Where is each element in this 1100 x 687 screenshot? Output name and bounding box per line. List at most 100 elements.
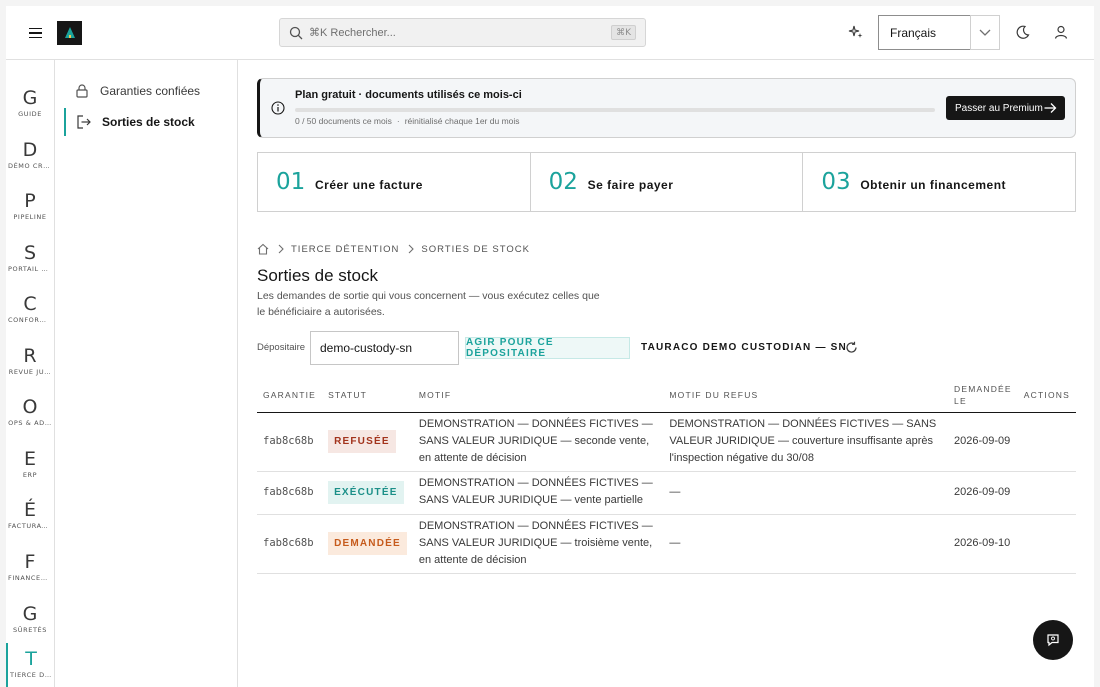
page-title: Sorties de stock: [257, 266, 378, 285]
status-badge: EXÉCUTÉE: [328, 480, 404, 504]
chevron-right-icon: [278, 244, 284, 254]
rail-letter: P: [24, 190, 36, 212]
depositary-name: TAURACO DEMO CUSTODIAN — SN: [641, 342, 847, 353]
search-shortcut-badge: ⌘K: [611, 25, 636, 40]
column-header-guarantee[interactable]: GARANTIE: [257, 378, 323, 413]
refusal-reason-cell: DEMONSTRATION — DONNÉES FICTIVES — SANS …: [663, 412, 949, 472]
rail-label: FACTURAT…: [8, 522, 53, 530]
rail-letter: D: [22, 139, 38, 161]
rail-item-erp[interactable]: E ERP: [6, 443, 54, 491]
rail-label: FINANCEM…: [8, 574, 54, 582]
rail-item-ops-admin[interactable]: O OPS & AD…: [6, 391, 54, 439]
upgrade-premium-button[interactable]: Passer au Premium: [946, 96, 1065, 120]
status-cell: DEMANDÉE: [322, 514, 413, 574]
step-number: 01: [276, 169, 306, 195]
table-row[interactable]: fab8c68b EXÉCUTÉE DEMONSTRATION — DONNÉE…: [257, 471, 1076, 515]
rail-label: REVUE JU…: [8, 368, 52, 376]
rail-item-demo-crud[interactable]: D DÉMO CRUD: [6, 134, 54, 182]
depositary-input[interactable]: [310, 331, 459, 365]
page-description: Les demandes de sortie qui vous concerne…: [257, 290, 600, 318]
rail-item-tierce-detention[interactable]: T TIERCE DÉ…: [6, 643, 54, 687]
step-get-financing[interactable]: 03 Obtenir un financement: [803, 153, 1075, 211]
column-header-actions: ACTIONS: [1017, 378, 1076, 413]
breadcrumb-tierce-detention[interactable]: TIERCE DÉTENTION: [291, 244, 399, 255]
user-icon[interactable]: [1051, 22, 1071, 42]
subnav-label: Sorties de stock: [102, 115, 195, 129]
rail-label: PORTAIL V…: [8, 265, 54, 273]
rail-item-facturation[interactable]: É FACTURAT…: [6, 494, 54, 542]
hamburger-icon[interactable]: [26, 23, 46, 43]
subnav-item-garanties-confiees[interactable]: Garanties confiées: [64, 77, 236, 105]
step-number: 03: [821, 169, 851, 195]
rail-letter: G: [22, 603, 38, 625]
plan-title: Plan gratuit · documents utilisés ce moi…: [295, 89, 522, 101]
step-number: 02: [548, 169, 578, 195]
refresh-icon[interactable]: [845, 341, 858, 354]
column-header-reason[interactable]: MOTIF: [412, 378, 664, 413]
actions-cell: [1017, 412, 1076, 472]
refusal-reason-cell: —: [663, 514, 949, 574]
step-get-paid[interactable]: 02 Se faire payer: [531, 153, 804, 211]
app-logo[interactable]: [57, 21, 82, 45]
subnav-item-sorties-de-stock[interactable]: Sorties de stock: [64, 108, 236, 136]
requested-on-cell: 2026-09-09: [948, 412, 1018, 472]
column-header-refusal-reason[interactable]: MOTIF DU REFUS: [663, 378, 949, 413]
plan-banner: Plan gratuit · documents utilisés ce moi…: [257, 78, 1076, 138]
step-label: Se faire payer: [587, 178, 674, 192]
top-header: ⌘K Français: [6, 6, 1094, 60]
secondary-nav: Garanties confiées Sorties de stock: [55, 60, 238, 687]
rail-item-suretes[interactable]: G SÛRETÉS: [6, 598, 54, 646]
search-bar[interactable]: ⌘K: [279, 18, 646, 47]
usage-count: 0 / 50 documents ce mois: [295, 116, 392, 126]
home-icon[interactable]: [257, 243, 269, 255]
rail-item-revue-juridique[interactable]: R REVUE JU…: [6, 340, 54, 388]
rail-label: PIPELINE: [13, 213, 47, 221]
rail-item-pipeline[interactable]: P PIPELINE: [6, 185, 54, 233]
actions-cell: [1017, 471, 1076, 515]
table-header-row: GARANTIE STATUT MOTIF MOTIF DU REFUS DEM…: [257, 378, 1076, 413]
step-create-invoice[interactable]: 01 Créer une facture: [258, 153, 531, 211]
table-row[interactable]: fab8c68b REFUSÉE DEMONSTRATION — DONNÉES…: [257, 412, 1076, 472]
column-header-status[interactable]: STATUT: [322, 378, 413, 413]
breadcrumb-sorties-de-stock[interactable]: SORTIES DE STOCK: [421, 244, 530, 255]
reason-cell: DEMONSTRATION — DONNÉES FICTIVES — SANS …: [412, 471, 664, 515]
info-icon: [271, 101, 285, 115]
rail-item-portail[interactable]: S PORTAIL V…: [6, 237, 54, 285]
language-select[interactable]: Français: [878, 15, 971, 50]
stock-exits-table: GARANTIE STATUT MOTIF MOTIF DU REFUS DEM…: [257, 378, 1076, 574]
search-input[interactable]: [309, 26, 599, 39]
table-row[interactable]: fab8c68b DEMANDÉE DEMONSTRATION — DONNÉE…: [257, 514, 1076, 574]
rail-item-financement[interactable]: F FINANCEM…: [6, 546, 54, 594]
chat-button[interactable]: [1033, 620, 1073, 660]
arrow-right-icon: [1044, 103, 1057, 113]
chevron-down-icon[interactable]: [970, 15, 1000, 50]
act-for-depositary-button[interactable]: AGIR POUR CE DÉPOSITAIRE: [465, 337, 630, 359]
rail-item-guide[interactable]: G GUIDE: [6, 82, 54, 130]
breadcrumb: TIERCE DÉTENTION SORTIES DE STOCK: [257, 242, 530, 256]
guarantee-id[interactable]: fab8c68b: [257, 412, 323, 472]
guarantee-id[interactable]: fab8c68b: [257, 471, 323, 515]
meta-separator: ·: [396, 116, 400, 126]
sparkle-icon[interactable]: [846, 22, 866, 42]
reason-cell: DEMONSTRATION — DONNÉES FICTIVES — SANS …: [412, 514, 664, 574]
rail-letter: F: [24, 551, 36, 573]
refusal-reason-cell: —: [663, 471, 949, 515]
rail-letter: O: [22, 396, 38, 418]
status-badge: DEMANDÉE: [328, 531, 407, 555]
upgrade-label: Passer au Premium: [955, 102, 1043, 114]
guarantee-id[interactable]: fab8c68b: [257, 514, 323, 574]
chevron-right-icon: [408, 244, 415, 254]
search-icon: [289, 26, 303, 39]
status-cell: EXÉCUTÉE: [322, 471, 413, 515]
rail-label: ERP: [22, 471, 38, 479]
column-header-requested-on[interactable]: DEMANDÉE LE: [948, 378, 1018, 413]
moon-icon[interactable]: [1013, 22, 1033, 42]
rail-letter: C: [23, 293, 37, 315]
subnav-label: Garanties confiées: [100, 84, 201, 98]
actions-cell: [1017, 514, 1076, 574]
rail-item-conformite[interactable]: C CONFORM…: [6, 288, 54, 336]
rail-letter: S: [23, 242, 37, 264]
app-frame: ⌘K Français GGUIDE DDÉMO CRUD PPIPELINE …: [6, 6, 1094, 687]
rail-letter: E: [23, 448, 36, 470]
rail-letter: É: [23, 499, 36, 521]
